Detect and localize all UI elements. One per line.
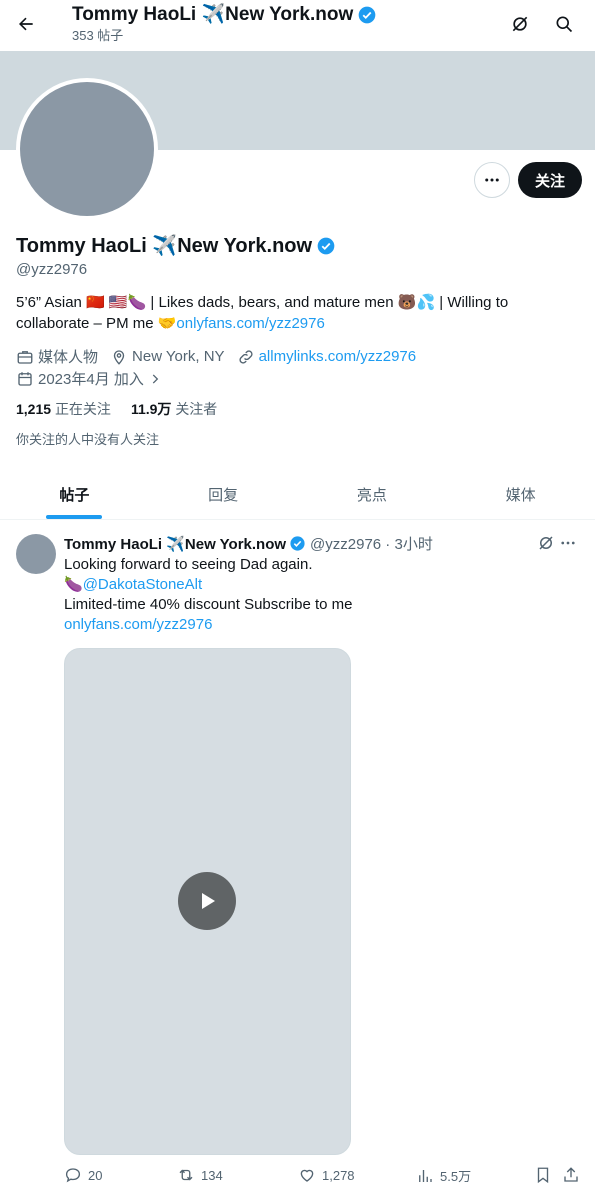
- back-button[interactable]: [8, 6, 44, 42]
- tab-highlights[interactable]: 亮点: [298, 470, 447, 519]
- arrow-left-icon: [19, 17, 33, 31]
- bookmark-button[interactable]: [534, 1166, 552, 1184]
- page-title: Tommy HaoLi ✈️New York.now: [72, 3, 377, 27]
- post-text: Looking forward to seeing Dad again. 🍆@D…: [64, 555, 579, 635]
- post-actions: 20 134 1,278 5.5万: [64, 1166, 584, 1188]
- top-bar: Tommy HaoLi ✈️New York.now 353 帖子: [0, 0, 595, 51]
- share-icon: [564, 1167, 578, 1182]
- verified-badge-icon: [358, 6, 376, 24]
- link-icon: [239, 349, 253, 364]
- heart-icon: [300, 1169, 314, 1182]
- followers-count[interactable]: 11.9万 关注者: [131, 399, 217, 419]
- posts-count: 353 帖子: [72, 28, 124, 43]
- bookmark-icon: [537, 1167, 549, 1184]
- profile-bio: 5’6” Asian 🇨🇳 🇺🇸🍆 | Likes dads, bears, a…: [16, 292, 576, 334]
- search-icon: [556, 16, 573, 33]
- repost-icon: [179, 1169, 193, 1181]
- profile-meta-row: 媒体人物 New York, NY allmylinks.com/yzz2976: [16, 346, 428, 367]
- location-pin-icon: [113, 349, 125, 365]
- profile-meta-row-2: 2023年4月 加入: [16, 368, 174, 389]
- website-link[interactable]: allmylinks.com/yzz2976: [259, 348, 417, 365]
- profile-handle: @yzz2976: [16, 261, 88, 278]
- profile-name: Tommy HaoLi ✈️New York.now: [16, 233, 336, 259]
- reply-button[interactable]: 20: [64, 1166, 102, 1184]
- joined-item[interactable]: 2023年4月 加入: [16, 368, 162, 389]
- post-line: Looking forward to seeing Dad again.: [64, 556, 313, 573]
- like-button[interactable]: 1,278: [298, 1166, 355, 1184]
- avatar[interactable]: [20, 82, 154, 216]
- grok-icon: [539, 536, 553, 550]
- post-line: Limited-time 40% discount Subscribe to m…: [64, 596, 353, 613]
- post-header: Tommy HaoLi ✈️New York.now @yzz2976 · 3小…: [64, 533, 433, 554]
- post-author[interactable]: Tommy HaoLi ✈️New York.now: [64, 535, 306, 553]
- profile-tabs: 帖子 回复 亮点 媒体: [0, 470, 595, 520]
- bio-link[interactable]: onlyfans.com/yzz2976: [176, 315, 324, 332]
- post-meta[interactable]: @yzz2976 · 3小时: [310, 533, 433, 554]
- play-button[interactable]: [178, 872, 236, 930]
- post-more-button[interactable]: [556, 531, 580, 555]
- tab-replies[interactable]: 回复: [149, 470, 298, 519]
- follow-counts: 1,215 正在关注 11.9万 关注者: [16, 399, 217, 419]
- post-avatar[interactable]: [16, 534, 56, 574]
- views-chart-icon: [419, 1169, 432, 1182]
- post-line: onlyfans.com/yzz2976: [64, 615, 579, 635]
- post[interactable]: Tommy HaoLi ✈️New York.now @yzz2976 · 3小…: [0, 521, 595, 1203]
- reply-icon: [65, 1168, 81, 1183]
- post-mention[interactable]: @DakotaStoneAlt: [83, 576, 202, 593]
- briefcase-icon: [17, 350, 33, 364]
- calendar-icon: [18, 371, 32, 386]
- play-icon: [202, 893, 215, 909]
- views-button[interactable]: 5.5万: [416, 1166, 471, 1185]
- follow-button[interactable]: 关注: [518, 162, 582, 198]
- following-count[interactable]: 1,215 正在关注: [16, 399, 111, 419]
- grok-button[interactable]: [502, 6, 538, 42]
- repost-button[interactable]: 134: [177, 1166, 223, 1184]
- share-button[interactable]: [562, 1166, 580, 1184]
- more-options-button[interactable]: [474, 162, 510, 198]
- followed-by-note: 你关注的人中没有人关注: [16, 432, 160, 447]
- verified-badge-icon[interactable]: [316, 236, 336, 256]
- post-grok-button[interactable]: [534, 531, 558, 555]
- post-video[interactable]: [64, 648, 351, 1155]
- ellipsis-icon: [561, 541, 575, 545]
- chevron-right-icon: [152, 373, 159, 384]
- grok-icon: [512, 16, 528, 32]
- ellipsis-icon: [485, 178, 499, 182]
- avatar-frame[interactable]: [16, 78, 158, 220]
- bio-line: collaborate – PM me 🤝onlyfans.com/yzz297…: [16, 315, 325, 332]
- post-line: 🍆@DakotaStoneAlt: [64, 576, 203, 593]
- header-titles: Tommy HaoLi ✈️New York.now 353 帖子: [72, 3, 377, 45]
- category-item: 媒体人物: [16, 346, 98, 367]
- search-button[interactable]: [546, 6, 582, 42]
- tab-media[interactable]: 媒体: [446, 470, 595, 519]
- location-item: New York, NY: [110, 348, 225, 366]
- website-item: allmylinks.com/yzz2976: [237, 348, 417, 366]
- verified-badge-icon: [290, 536, 305, 551]
- post-link[interactable]: onlyfans.com/yzz2976: [64, 616, 212, 633]
- tab-posts[interactable]: 帖子: [0, 470, 149, 519]
- bio-line: 5’6” Asian 🇨🇳 🇺🇸🍆 | Likes dads, bears, a…: [16, 294, 509, 311]
